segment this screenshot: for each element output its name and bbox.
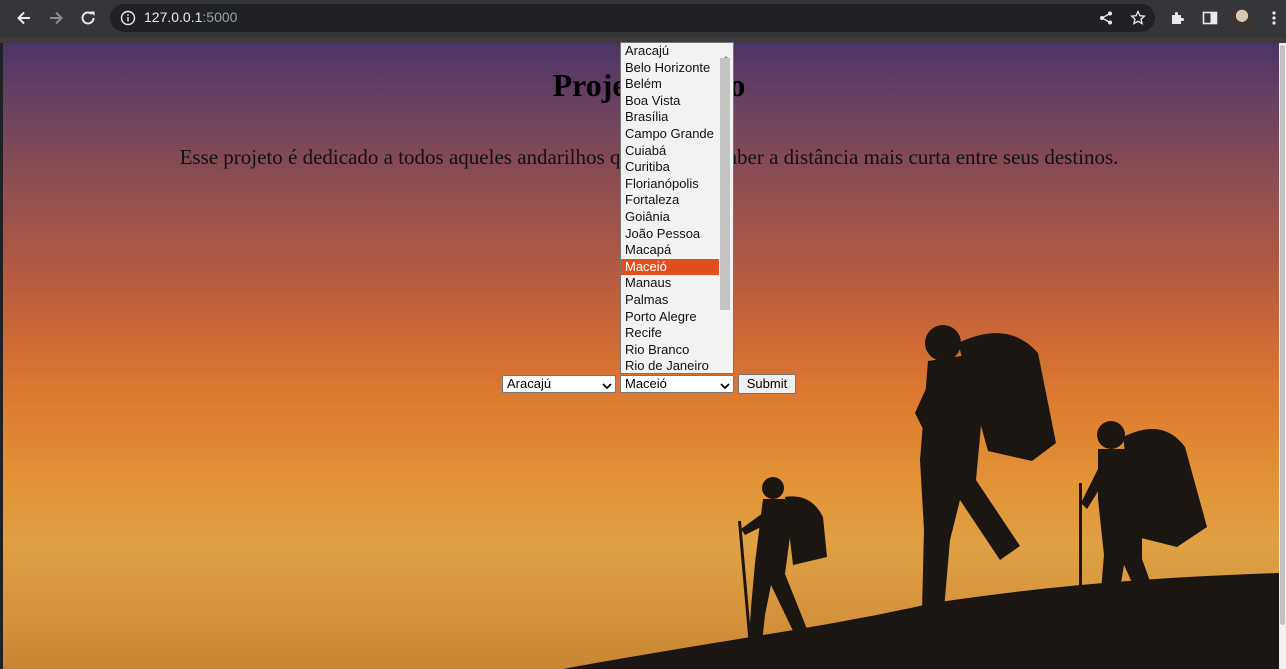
dropdown-option-selected[interactable]: Maceió: [621, 258, 719, 276]
origin-select[interactable]: Aracajú: [502, 375, 616, 393]
back-arrow-icon[interactable]: [12, 6, 36, 30]
address-bar[interactable]: 127.0.0.1:5000: [110, 4, 1155, 32]
url-text: 127.0.0.1:5000: [144, 9, 238, 25]
destination-dropdown-list[interactable]: Aracajú Belo Horizonte Belém Boa Vista B…: [620, 42, 734, 374]
dropdown-option[interactable]: Manaus: [621, 275, 719, 292]
dropdown-option[interactable]: João Pessoa: [621, 226, 719, 243]
dropdown-option[interactable]: Macapá: [621, 242, 719, 259]
submit-button[interactable]: Submit: [738, 374, 796, 394]
share-icon[interactable]: [1097, 9, 1115, 27]
site-info-icon[interactable]: [120, 10, 136, 30]
dropdown-option[interactable]: Florianópolis: [621, 176, 719, 193]
dropdown-scrollbar[interactable]: [719, 43, 733, 373]
chevron-down-icon: [602, 379, 612, 395]
dropdown-option[interactable]: Fortaleza: [621, 192, 719, 209]
dropdown-option[interactable]: Campo Grande: [621, 126, 719, 143]
dropdown-option[interactable]: Rio Branco: [621, 342, 719, 359]
dropdown-option[interactable]: Belo Horizonte: [621, 60, 719, 77]
dropdown-scrollbar-thumb[interactable]: [720, 58, 730, 310]
forward-arrow-icon[interactable]: [44, 6, 68, 30]
page-scrollbar-thumb[interactable]: [1280, 45, 1285, 625]
dropdown-option[interactable]: Porto Alegre: [621, 309, 719, 326]
bookmark-star-icon[interactable]: [1129, 9, 1147, 27]
destination-select-value: Maceió: [625, 376, 667, 391]
reload-icon[interactable]: [76, 6, 100, 30]
extensions-puzzle-icon[interactable]: [1167, 7, 1189, 29]
side-panel-icon[interactable]: [1199, 7, 1221, 29]
dropdown-option[interactable]: Palmas: [621, 292, 719, 309]
origin-select-value: Aracajú: [507, 376, 552, 391]
chevron-down-icon: [720, 379, 730, 395]
menu-kebab-icon[interactable]: [1263, 7, 1285, 29]
dropdown-option[interactable]: Brasília: [621, 109, 719, 126]
profile-avatar[interactable]: [1231, 7, 1253, 29]
dropdown-option[interactable]: Goiânia: [621, 209, 719, 226]
dropdown-option[interactable]: Recife: [621, 325, 719, 342]
dropdown-option[interactable]: Curitiba: [621, 159, 719, 176]
dropdown-option[interactable]: Aracajú: [621, 43, 719, 60]
destination-select[interactable]: Maceió: [620, 375, 734, 393]
dropdown-option[interactable]: Belém: [621, 76, 719, 93]
scroll-down-arrow-icon[interactable]: [722, 363, 730, 373]
dropdown-option[interactable]: Boa Vista: [621, 93, 719, 110]
browser-toolbar: 127.0.0.1:5000: [0, 0, 1286, 37]
dropdown-option[interactable]: Rio de Janeiro: [621, 358, 719, 373]
dropdown-option[interactable]: Cuiabá: [621, 143, 719, 160]
page-scrollbar[interactable]: [1279, 43, 1286, 669]
